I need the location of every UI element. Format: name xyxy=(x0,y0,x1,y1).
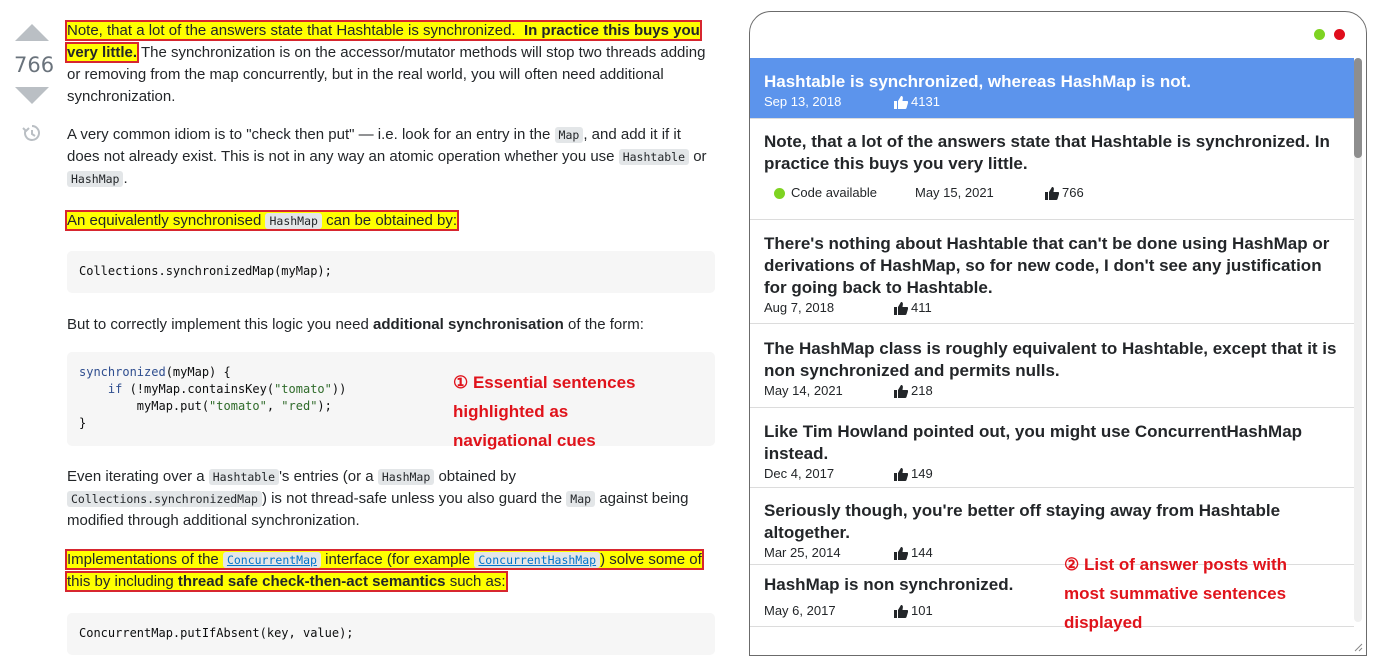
concurrentmap-link[interactable]: ConcurrentMap xyxy=(222,552,321,568)
answer-votes: 4131 xyxy=(911,94,940,109)
scrollbar-thumb[interactable] xyxy=(1354,58,1362,158)
concurrenthashmap-link[interactable]: ConcurrentHashMap xyxy=(474,552,601,568)
inline-code: HashMap xyxy=(67,171,124,187)
answer-votes: 766 xyxy=(1062,185,1084,200)
resize-handle-icon[interactable] xyxy=(1353,642,1363,652)
status-green-dot-icon xyxy=(1314,29,1325,40)
paragraph-5: Even iterating over a Hashtable's entrie… xyxy=(67,468,689,529)
annotation-1: ① Essential sentences highlighted as nav… xyxy=(453,373,636,450)
answer-votes: 218 xyxy=(911,383,933,398)
answer-item[interactable]: There's nothing about Hashtable that can… xyxy=(750,220,1354,324)
answer-item[interactable]: Note, that a lot of the answers state th… xyxy=(750,119,1354,220)
answer-item[interactable]: Like Tim Howland pointed out, you might … xyxy=(750,408,1354,488)
answer-summary: Note, that a lot of the answers state th… xyxy=(764,132,1330,173)
code-available-badge: Code available xyxy=(791,185,878,200)
answer-date: May 15, 2021 xyxy=(915,185,994,200)
downvote-arrow-icon[interactable] xyxy=(15,87,49,104)
answer-meta: Code available May 15, 2021 766 xyxy=(764,184,1342,202)
paragraph-1: Note, that a lot of the answers state th… xyxy=(65,20,706,105)
window-titlebar xyxy=(750,12,1366,58)
answer-votes: 101 xyxy=(911,603,933,618)
vote-controls: 766 xyxy=(14,24,55,149)
inline-code: Map xyxy=(566,491,596,507)
thumbs-up-icon xyxy=(1045,186,1059,200)
thumbs-up-icon xyxy=(894,95,908,109)
answer-date: Dec 4, 2017 xyxy=(764,466,835,481)
answer-date: Aug 7, 2018 xyxy=(764,300,835,315)
thumbs-up-icon xyxy=(894,546,908,560)
history-icon[interactable] xyxy=(21,122,43,144)
answer-meta: May 14, 2021 218 xyxy=(764,382,1342,400)
vote-count: 766 xyxy=(14,53,55,77)
thumbs-up-icon xyxy=(894,467,908,481)
highlighted-sentence-3: Implementations of the ConcurrentMap int… xyxy=(65,549,704,592)
inline-code: HashMap xyxy=(265,213,322,229)
thumbs-up-icon xyxy=(894,301,908,315)
answer-summary: There's nothing about Hashtable that can… xyxy=(764,234,1330,297)
answer-votes: 149 xyxy=(911,466,933,481)
answer-summary: Hashtable is synchronized, whereas HashM… xyxy=(764,72,1192,91)
thumbs-up-icon xyxy=(894,604,908,618)
answer-votes: 144 xyxy=(911,545,933,560)
answer-meta: Dec 4, 2017 149 xyxy=(764,465,1342,483)
paragraph-6: Implementations of the ConcurrentMap int… xyxy=(65,549,715,593)
answer-meta: Sep 13, 2018 4131 xyxy=(764,93,1342,111)
thumbs-up-icon xyxy=(894,384,908,398)
inline-code: Hashtable xyxy=(618,149,690,165)
list-scrollbar[interactable] xyxy=(1354,58,1362,622)
answer-date: Sep 13, 2018 xyxy=(764,94,842,109)
answer-summary: Like Tim Howland pointed out, you might … xyxy=(764,422,1303,463)
panel-divider xyxy=(740,0,749,660)
answer-item-selected[interactable]: Hashtable is synchronized, whereas HashM… xyxy=(750,58,1354,119)
code-available-dot-icon xyxy=(774,187,785,199)
answer-summary: Seriously though, you're better off stay… xyxy=(764,501,1281,542)
annotation-2: ② List of answer posts with most summati… xyxy=(1064,555,1288,632)
close-red-dot-icon[interactable] xyxy=(1334,29,1345,40)
upvote-arrow-icon[interactable] xyxy=(15,24,49,41)
highlighted-sentence-2: An equivalently synchronised HashMap can… xyxy=(64,210,460,231)
answer-date: Mar 25, 2014 xyxy=(764,545,841,560)
paragraph-4: But to correctly implement this logic yo… xyxy=(67,316,644,333)
code-block-3: ConcurrentMap.putIfAbsent(key, value); xyxy=(67,613,715,655)
answer-votes: 411 xyxy=(911,300,932,315)
stackoverflow-answer-panel: 766 Note, that a lot of the answers stat… xyxy=(0,0,740,660)
paragraph-2: A very common idiom is to "check then pu… xyxy=(67,126,707,187)
paragraph-3: An equivalently synchronised HashMap can… xyxy=(64,210,715,232)
inline-code: HashMap xyxy=(377,469,435,485)
inline-code: Map xyxy=(554,127,584,143)
answer-summary: The HashMap class is roughly equivalent … xyxy=(764,339,1337,380)
inline-code: Hashtable xyxy=(208,469,280,485)
answer-item[interactable]: The HashMap class is roughly equivalent … xyxy=(750,324,1354,408)
answer-date: May 6, 2017 xyxy=(764,603,836,618)
answer-list-window: Hashtable is synchronized, whereas HashM… xyxy=(749,11,1367,656)
answer-date: May 14, 2021 xyxy=(764,383,843,398)
inline-code: Collections.synchronizedMap xyxy=(67,491,262,507)
code-block-1: Collections.synchronizedMap(myMap); xyxy=(67,251,715,293)
answer-meta: Aug 7, 2018 411 xyxy=(764,299,1342,317)
